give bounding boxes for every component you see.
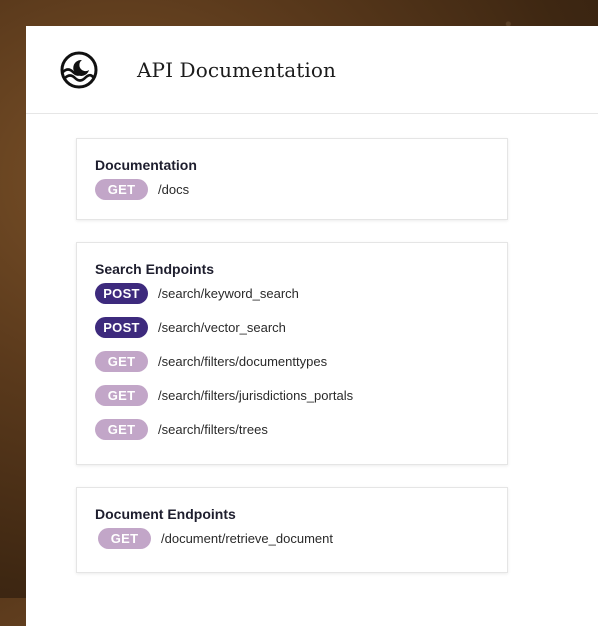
method-badge: GET <box>98 527 151 549</box>
endpoint-path[interactable]: /search/filters/jurisdictions_portals <box>158 388 353 403</box>
method-badge: GET <box>95 178 148 200</box>
page-header: API Documentation <box>26 26 598 114</box>
page-title: API Documentation <box>137 57 337 82</box>
endpoint-path[interactable]: /search/filters/documenttypes <box>158 354 327 369</box>
endpoint-row[interactable]: GET /docs <box>77 172 507 206</box>
endpoint-path[interactable]: /search/keyword_search <box>158 286 299 301</box>
endpoint-path[interactable]: /document/retrieve_document <box>161 531 333 546</box>
endpoint-row[interactable]: POST /search/keyword_search <box>77 276 507 310</box>
section-search-endpoints: Search Endpoints POST /search/keyword_se… <box>76 242 508 465</box>
waves-moon-logo-icon <box>60 51 98 88</box>
endpoint-path[interactable]: /search/vector_search <box>158 320 286 335</box>
endpoint-path[interactable]: /docs <box>158 182 189 197</box>
section-title: Documentation <box>95 157 197 173</box>
endpoint-row[interactable]: GET /document/retrieve_document <box>77 521 507 555</box>
method-badge: GET <box>95 350 148 372</box>
endpoint-row[interactable]: GET /search/filters/documenttypes <box>77 344 507 378</box>
endpoint-row[interactable]: GET /search/filters/jurisdictions_portal… <box>77 378 507 412</box>
endpoint-row[interactable]: GET /search/filters/trees <box>77 412 507 446</box>
method-badge: POST <box>95 282 148 304</box>
section-document-endpoints: Document Endpoints GET /document/retriev… <box>76 487 508 573</box>
endpoint-row[interactable]: POST /search/vector_search <box>77 310 507 344</box>
section-documentation: Documentation GET /docs <box>76 138 508 220</box>
section-title: Search Endpoints <box>95 261 215 277</box>
method-badge: POST <box>95 316 148 338</box>
docs-panel: API Documentation Documentation GET /doc… <box>26 26 598 626</box>
method-badge: GET <box>95 384 148 406</box>
method-badge: GET <box>95 418 148 440</box>
endpoint-path[interactable]: /search/filters/trees <box>158 422 268 437</box>
section-title: Document Endpoints <box>95 506 236 522</box>
